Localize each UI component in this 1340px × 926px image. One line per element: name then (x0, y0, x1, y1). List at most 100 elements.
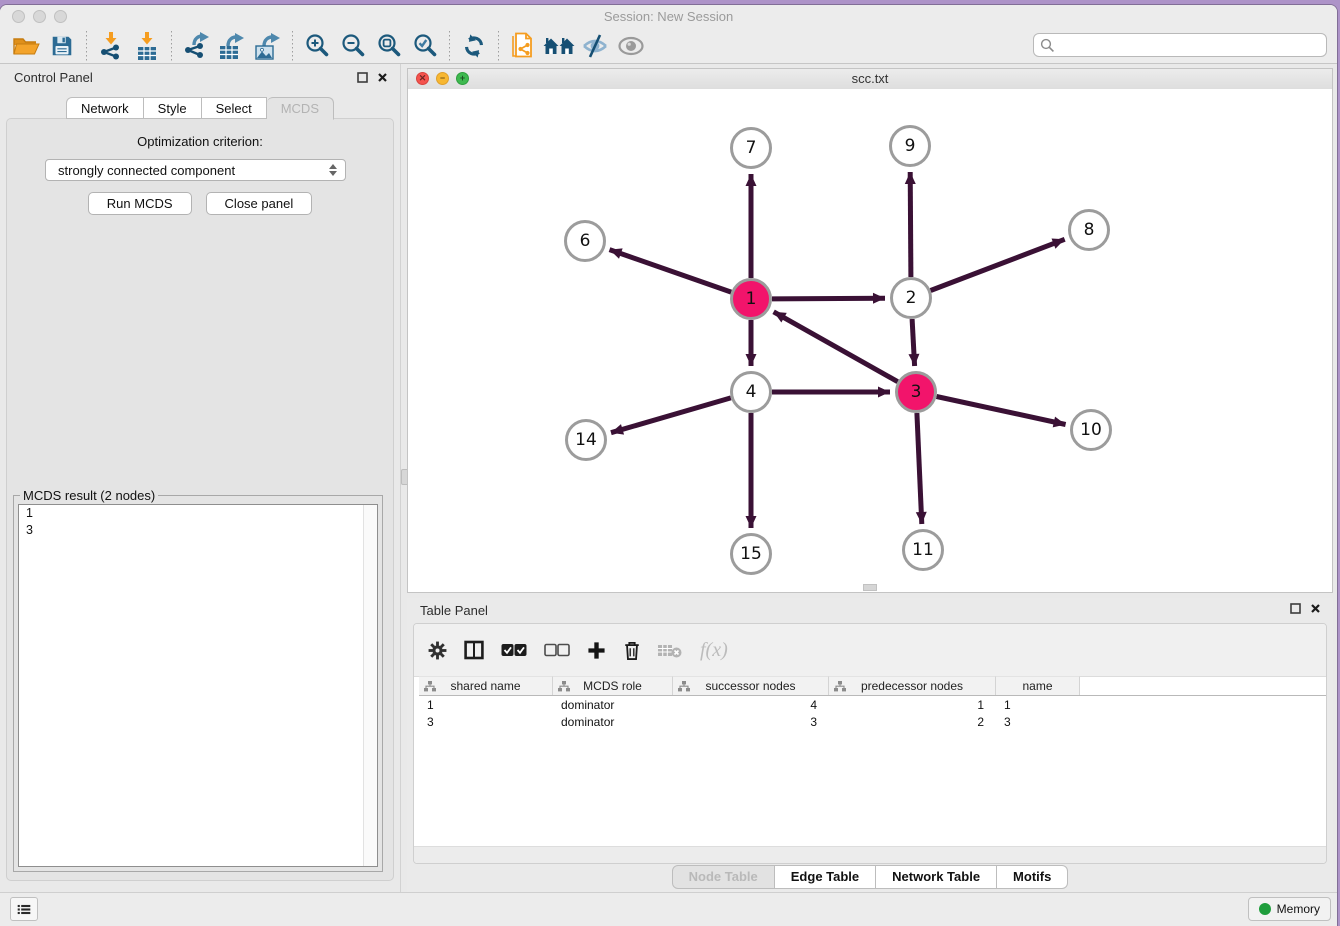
control-panel-title: Control Panel (14, 70, 93, 85)
mcds-result-list: 13 (18, 504, 378, 867)
table-cell: 3 (419, 715, 553, 729)
table-row[interactable]: 1dominator411 (419, 696, 1326, 713)
hide-eye-icon (581, 32, 609, 60)
toolbar-separator (86, 31, 87, 61)
flag-column-icon (558, 681, 570, 692)
table-row[interactable]: 3dominator323 (419, 713, 1326, 730)
export-network-button[interactable] (178, 30, 214, 62)
open-session-button[interactable] (8, 30, 44, 62)
search-input[interactable] (1059, 37, 1320, 53)
select-all-columns-button[interactable] (501, 643, 527, 657)
mcds-result-title: MCDS result (2 nodes) (20, 488, 158, 503)
graph-node-9[interactable]: 9 (889, 125, 931, 167)
criterion-select[interactable]: strongly connected component (45, 159, 346, 181)
graph-node-8[interactable]: 8 (1068, 209, 1110, 251)
network-canvas[interactable]: 7 9 6 8 1 2 4 3 14 10 15 11 (408, 89, 1332, 592)
zoom-out-button[interactable] (335, 30, 371, 62)
task-history-button[interactable] (10, 897, 38, 921)
graph-node-11[interactable]: 11 (902, 529, 944, 571)
graph-edge-3-10[interactable] (937, 397, 1066, 425)
table-tab-motifs[interactable]: Motifs (997, 865, 1068, 889)
column-header-successor-nodes[interactable]: successor nodes (673, 676, 829, 695)
tab-select[interactable]: Select (202, 97, 267, 119)
tab-network[interactable]: Network (66, 97, 144, 119)
zoom-selected-icon (412, 33, 438, 59)
unchecked-boxes-icon (544, 643, 570, 657)
delete-table-button[interactable] (658, 642, 683, 659)
toolbar-separator (171, 31, 172, 61)
deselect-all-columns-button[interactable] (544, 643, 570, 657)
network-window-title: scc.txt (408, 69, 1332, 89)
tab-style[interactable]: Style (144, 97, 202, 119)
save-session-button[interactable] (44, 30, 80, 62)
graph-edge-3-11[interactable] (917, 413, 922, 524)
graph-node-3[interactable]: 3 (895, 371, 937, 413)
desktop: { "window": { "title": "Session: New Ses… (0, 0, 1340, 926)
export-table-button[interactable] (214, 30, 250, 62)
export-image-button[interactable] (250, 30, 286, 62)
close-panel-button[interactable]: Close panel (206, 192, 313, 215)
show-columns-button[interactable] (464, 640, 484, 660)
refresh-layout-button[interactable] (456, 30, 492, 62)
graph-edge-2-8[interactable] (931, 239, 1065, 290)
column-header-predecessor-nodes[interactable]: predecessor nodes (829, 676, 996, 695)
graph-edge-3-1[interactable] (774, 312, 898, 382)
table-tab-node-table[interactable]: Node Table (672, 865, 775, 889)
mcds-result-fieldset: MCDS result (2 nodes) 13 (13, 495, 383, 872)
column-header-mcds-role[interactable]: MCDS role (553, 676, 673, 695)
checked-boxes-icon (501, 643, 527, 657)
zoom-fit-button[interactable] (371, 30, 407, 62)
import-table-button[interactable] (129, 30, 165, 62)
home-button[interactable] (541, 30, 577, 62)
column-header-name[interactable]: name (996, 676, 1080, 695)
float-table-panel-icon[interactable] (1290, 603, 1301, 614)
hide-graphics-button[interactable] (577, 30, 613, 62)
graph-node-14[interactable]: 14 (565, 419, 607, 461)
table-panel-body: f(x) shared nameMCDS rolesuccessor nodes… (413, 623, 1327, 864)
canvas-resize-handle[interactable] (863, 584, 877, 591)
close-table-panel-icon[interactable] (1310, 603, 1321, 614)
zoom-selected-button[interactable] (407, 30, 443, 62)
graph-node-1[interactable]: 1 (730, 278, 772, 320)
table-scroll-strip[interactable] (414, 846, 1326, 863)
show-graphics-button[interactable] (613, 30, 649, 62)
float-panel-icon[interactable] (357, 72, 368, 83)
memory-button[interactable]: Memory (1248, 897, 1331, 921)
memory-status-icon (1259, 903, 1271, 915)
run-mcds-button[interactable]: Run MCDS (88, 192, 192, 215)
graph-edge-2-3[interactable] (912, 319, 915, 366)
graph-node-4[interactable]: 4 (730, 371, 772, 413)
graph-node-6[interactable]: 6 (564, 220, 606, 262)
zoom-in-button[interactable] (299, 30, 335, 62)
result-item: 1 (19, 505, 377, 522)
column-header-shared-name[interactable]: shared name (419, 676, 553, 695)
graph-node-7[interactable]: 7 (730, 127, 772, 169)
node-table: shared nameMCDS rolesuccessor nodesprede… (419, 676, 1326, 847)
graph-node-2[interactable]: 2 (890, 277, 932, 319)
table-settings-button[interactable] (428, 641, 447, 660)
delete-column-button[interactable] (623, 640, 641, 661)
tab-mcds[interactable]: MCDS (267, 97, 334, 120)
add-column-button[interactable] (587, 641, 606, 660)
titlebar: Session: New Session (0, 5, 1337, 29)
optimization-criterion-label: Optimization criterion: (7, 134, 393, 149)
export-network-icon (182, 31, 210, 61)
double-home-icon (543, 34, 575, 58)
table-tab-network-table[interactable]: Network Table (876, 865, 997, 889)
graph-node-10[interactable]: 10 (1070, 409, 1112, 451)
memory-label: Memory (1277, 902, 1320, 916)
zoom-in-icon (304, 33, 330, 59)
graph-node-15[interactable]: 15 (730, 533, 772, 575)
result-scrollbar[interactable] (363, 505, 377, 866)
import-network-button[interactable] (93, 30, 129, 62)
network-window-titlebar: ✕ − + scc.txt (408, 69, 1332, 90)
open-folder-icon (12, 33, 40, 59)
graph-edge-1-6[interactable] (610, 250, 732, 293)
network-overview-button[interactable] (505, 30, 541, 62)
graph-edge-1-2[interactable] (772, 298, 885, 299)
graph-edge-2-9[interactable] (910, 172, 911, 277)
graph-edge-4-14[interactable] (611, 398, 731, 433)
function-builder-button[interactable]: f(x) (700, 639, 728, 662)
close-panel-icon[interactable] (377, 72, 388, 83)
table-tab-edge-table[interactable]: Edge Table (775, 865, 876, 889)
